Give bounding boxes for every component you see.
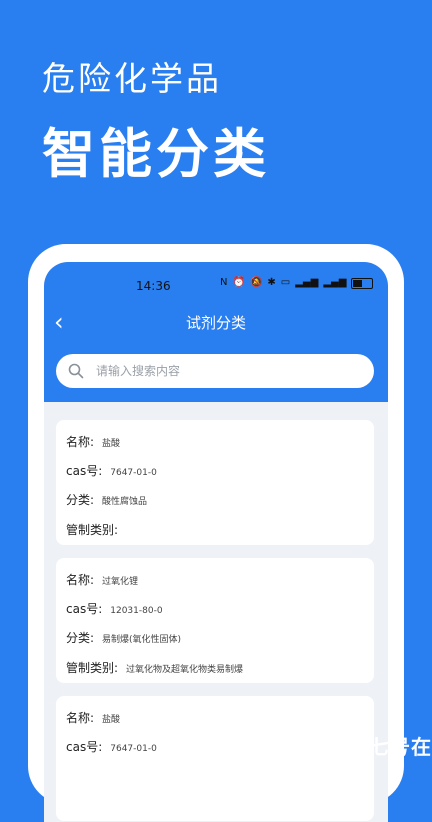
name-value: 盐酸 [102,439,121,449]
reagent-card[interactable]: 名称: 过氧化锂 cas号: 12031-80-0 分类: 易制爆(氧化性固体)… [56,558,374,683]
hd-icon: ▭ [280,277,291,288]
promo-title: 危险化学品 [42,59,222,98]
watermark-search-icon [343,734,365,757]
cas-value: 7647-01-0 [110,744,157,754]
cas-label: cas号: [66,602,103,616]
category-value: 易制爆(氧化性固体) [102,635,182,645]
bluetooth-icon: ✱ [267,277,276,288]
name-value: 过氧化锂 [102,577,139,587]
promo-headline: 智能分类 [42,124,270,185]
cas-value: 12031-80-0 [110,606,163,616]
name-label: 名称: [66,435,95,449]
alarm-icon: ⏰ [232,277,245,288]
cas-value: 7647-01-0 [110,468,157,478]
search-bar[interactable] [56,354,374,388]
name-row: 名称: 盐酸 [66,433,120,450]
watermark: 七号在 [343,731,432,760]
control-row: 管制类别: 过氧化物及超氧化物类易制爆 [66,659,243,676]
name-row: 名称: 过氧化锂 [66,571,138,588]
mute-icon: 🔕 [249,277,263,288]
signal-icon: ▂▄▆ [323,277,347,288]
search-icon [68,363,84,379]
cas-label: cas号: [66,464,103,478]
status-time: 14:36 [136,279,171,293]
reagent-card[interactable]: 名称: 盐酸 cas号: 7647-01-0 分类: 酸性腐蚀品 管制类别: [56,420,374,545]
search-input[interactable] [94,363,374,379]
cas-label: cas号: [66,740,103,754]
name-label: 名称: [66,711,95,725]
app-header: 14:36 N ⏰ 🔕 ✱ ▭ ▂▄▆ ▂▄▆ ‹ 试剂分类 [44,262,388,402]
cas-row: cas号: 7647-01-0 [66,462,157,479]
name-label: 名称: [66,573,95,587]
category-row: 分类: 酸性腐蚀品 [66,491,147,508]
signal-icon: ▂▄▆ [295,277,319,288]
cas-row: cas号: 7647-01-0 [66,738,157,755]
control-row: 管制类别: [66,521,126,538]
reagent-card[interactable]: 名称: 盐酸 cas号: 7647-01-0 [56,696,374,821]
category-label: 分类: [66,631,95,645]
watermark-text: 七号在 [369,735,432,759]
control-value: 过氧化物及超氧化物类易制爆 [126,665,244,675]
control-label: 管制类别: [66,523,119,537]
phone-frame: 14:36 N ⏰ 🔕 ✱ ▭ ▂▄▆ ▂▄▆ ‹ 试剂分类 请输入搜索内容 名… [28,244,404,822]
battery-icon [351,277,374,289]
reagent-list: 名称: 盐酸 cas号: 7647-01-0 分类: 酸性腐蚀品 管制类别: 名… [56,420,374,822]
cas-row: cas号: 12031-80-0 [66,600,163,617]
screen-title: 试剂分类 [185,314,246,332]
category-row: 分类: 易制爆(氧化性固体) [66,629,181,646]
category-label: 分类: [66,493,95,507]
name-row: 名称: 盐酸 [66,709,120,726]
control-label: 管制类别: [66,661,119,675]
status-icons: N ⏰ 🔕 ✱ ▭ ▂▄▆ ▂▄▆ [220,277,374,289]
nfc-icon: N [220,277,228,288]
category-value: 酸性腐蚀品 [102,497,148,507]
phone-screen: 14:36 N ⏰ 🔕 ✱ ▭ ▂▄▆ ▂▄▆ ‹ 试剂分类 请输入搜索内容 名… [44,262,388,822]
name-value: 盐酸 [102,715,121,725]
